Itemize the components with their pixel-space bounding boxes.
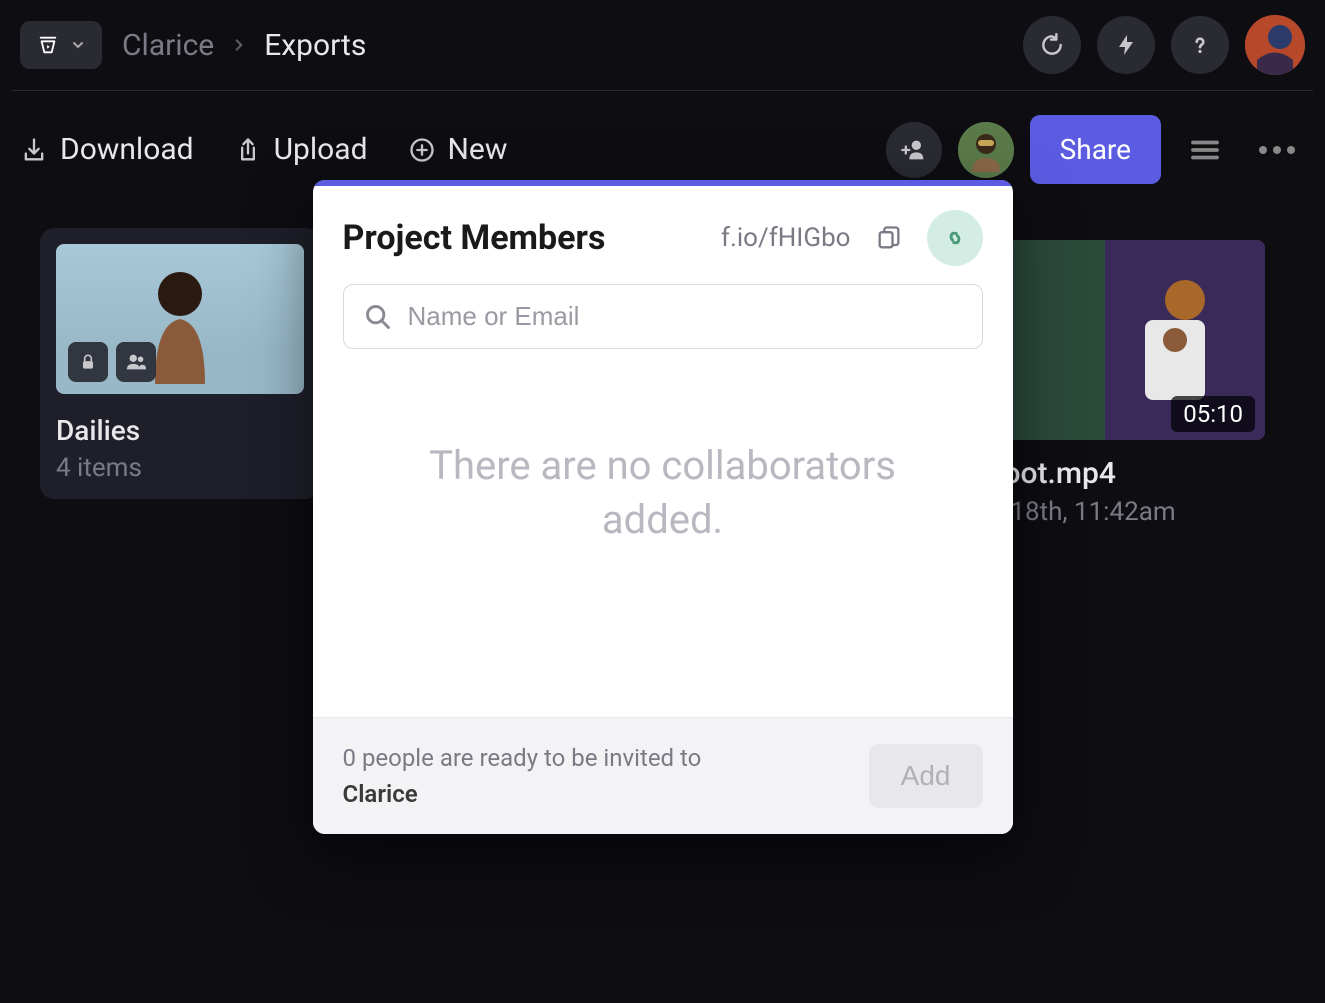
project-members-modal: Project Members f.io/fHIGbo xyxy=(313,180,1013,834)
upload-label: Upload xyxy=(274,132,368,167)
empty-state-text: There are no collaborators added. xyxy=(343,349,983,687)
modal-title: Project Members xyxy=(343,218,606,258)
list-icon xyxy=(1187,132,1223,168)
footer-prefix: 0 people are ready to be invited to xyxy=(343,744,702,772)
folder-title: Dailies xyxy=(56,414,304,447)
modal-body: There are no collaborators added. xyxy=(313,284,1013,717)
folder-thumbnail xyxy=(56,244,304,394)
new-button[interactable]: New xyxy=(408,132,508,167)
add-button[interactable]: Add xyxy=(869,744,983,808)
duration-badge: 05:10 xyxy=(1171,396,1255,432)
transfer-button[interactable] xyxy=(1097,16,1155,74)
breadcrumb-folder[interactable]: Exports xyxy=(264,28,366,63)
header-right xyxy=(1023,15,1305,75)
search-icon xyxy=(364,303,392,331)
collaborator-avatar[interactable] xyxy=(958,122,1014,178)
toolbar-left: Download Upload New xyxy=(20,132,507,167)
copy-icon xyxy=(875,224,903,252)
top-header: Clarice Exports xyxy=(0,0,1325,90)
people-icon xyxy=(125,351,147,373)
search-input[interactable] xyxy=(408,301,962,332)
download-label: Download xyxy=(60,132,194,167)
modal-header: Project Members f.io/fHIGbo xyxy=(313,186,1013,284)
new-label: New xyxy=(448,132,508,167)
dot-icon xyxy=(1287,146,1295,154)
help-button[interactable] xyxy=(1171,16,1229,74)
user-avatar[interactable] xyxy=(1245,15,1305,75)
breadcrumb-project[interactable]: Clarice xyxy=(122,28,214,63)
chevron-down-icon xyxy=(70,37,86,53)
lock-icon-button[interactable] xyxy=(68,342,108,382)
lock-icon xyxy=(78,352,98,372)
download-button[interactable]: Download xyxy=(20,132,194,167)
link-settings-button[interactable] xyxy=(927,210,983,266)
list-view-button[interactable] xyxy=(1177,132,1233,168)
modal-header-actions: f.io/fHIGbo xyxy=(721,210,983,266)
add-member-button[interactable] xyxy=(886,122,942,178)
modal-footer: 0 people are ready to be invited to Clar… xyxy=(313,717,1013,834)
dot-icon xyxy=(1259,146,1267,154)
more-button[interactable] xyxy=(1249,146,1305,154)
upload-button[interactable]: Upload xyxy=(234,132,368,167)
copy-link-button[interactable] xyxy=(867,216,911,260)
folder-subtitle: 4 items xyxy=(56,453,304,483)
lightning-icon xyxy=(1114,33,1138,57)
app-logo-icon xyxy=(36,33,60,57)
breadcrumb: Clarice Exports xyxy=(122,28,366,63)
refresh-button[interactable] xyxy=(1023,16,1081,74)
app-menu-button[interactable] xyxy=(20,21,102,69)
toolbar-right: Share xyxy=(886,115,1305,184)
link-icon xyxy=(941,224,969,252)
question-icon xyxy=(1187,32,1213,58)
plus-circle-icon xyxy=(408,136,436,164)
add-person-icon xyxy=(900,136,928,164)
share-link-text[interactable]: f.io/fHIGbo xyxy=(721,223,851,253)
chevron-right-icon xyxy=(230,36,248,54)
header-left: Clarice Exports xyxy=(20,21,366,69)
refresh-icon xyxy=(1039,32,1065,58)
share-button[interactable]: Share xyxy=(1030,115,1161,184)
upload-icon xyxy=(234,136,262,164)
download-icon xyxy=(20,136,48,164)
footer-text: 0 people are ready to be invited to Clar… xyxy=(343,740,702,812)
people-icon-button[interactable] xyxy=(116,342,156,382)
footer-project-name: Clarice xyxy=(343,780,418,808)
search-box[interactable] xyxy=(343,284,983,349)
folder-card[interactable]: Dailies 4 items xyxy=(40,228,320,499)
dot-icon xyxy=(1273,146,1281,154)
